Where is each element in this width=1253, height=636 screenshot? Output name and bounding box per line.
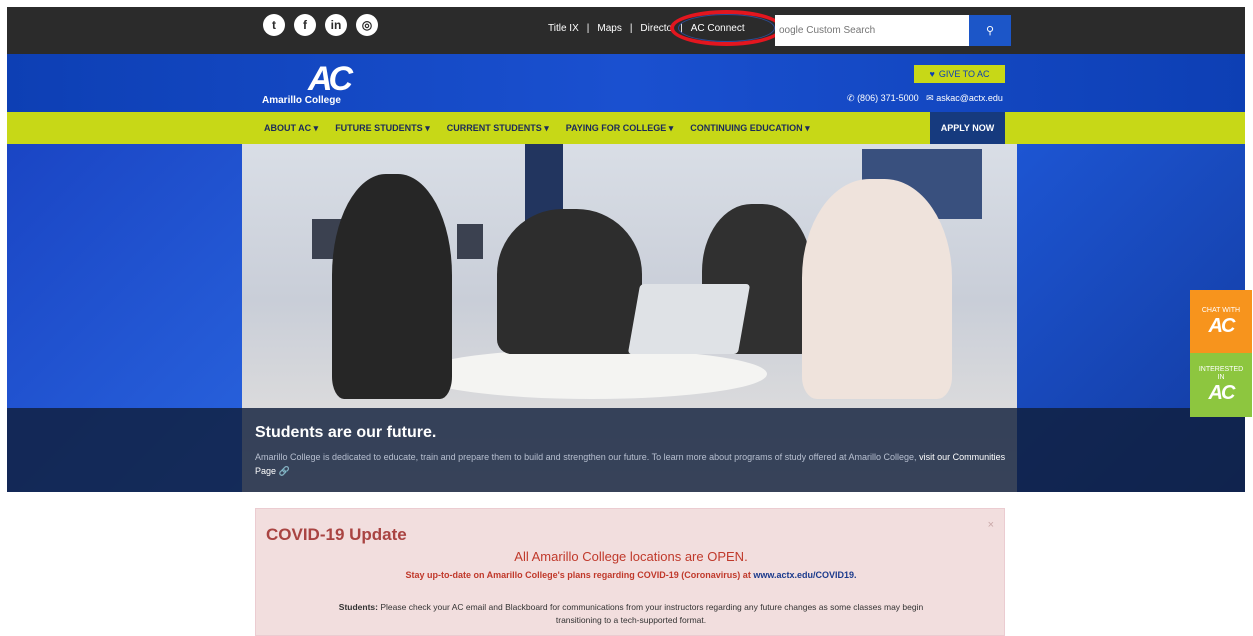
instagram-icon[interactable]: ◎ bbox=[356, 14, 378, 36]
covid-subline: Stay up-to-date on Amarillo College's pl… bbox=[256, 570, 1006, 580]
apply-now-button[interactable]: APPLY NOW bbox=[930, 112, 1005, 144]
table bbox=[417, 349, 767, 399]
covid-title: COVID-19 Update bbox=[266, 525, 407, 544]
give-label: GIVE TO AC bbox=[938, 69, 990, 79]
link-directory[interactable]: Directo bbox=[640, 23, 672, 34]
hero-text: Amarillo College is dedicated to educate… bbox=[255, 452, 917, 462]
separator: | bbox=[629, 23, 633, 34]
hero-title: Students are our future. bbox=[255, 424, 437, 441]
covid-headline: All Amarillo College locations are OPEN. bbox=[514, 549, 748, 564]
utility-bar: t f in ◎ Title IX | Maps | Directo | AC Connec… bbox=[7, 7, 1245, 54]
link-maps[interactable]: Maps bbox=[597, 23, 621, 34]
hero-banner: Students are our future. Amarillo Colleg… bbox=[7, 144, 1245, 492]
contact-info: ✆ (806) 371-5000 ✉ askac@actx.edu bbox=[847, 93, 1003, 104]
hero-caption: Students are our future. Amarillo Colleg… bbox=[7, 408, 1245, 492]
nav-items: ABOUT AC ▾ FUTURE STUDENTS ▾ CURRENT STU… bbox=[264, 123, 810, 134]
amarillo-college-logo[interactable]: AC Amarillo College bbox=[262, 60, 353, 106]
separator: | bbox=[586, 23, 590, 34]
covid-students-notice: Students: Please check your AC email and… bbox=[326, 601, 936, 627]
interested-label: INTERESTED bbox=[1198, 366, 1244, 373]
link-icon: 🔗 bbox=[278, 466, 290, 476]
students-text: Please check your AC email and Blackboar… bbox=[380, 602, 924, 625]
link-title-ix[interactable]: Title IX bbox=[548, 23, 579, 34]
social-links: t f in ◎ bbox=[263, 14, 378, 36]
email-link[interactable]: askac@actx.edu bbox=[936, 93, 1003, 103]
chat-with-ac-tab[interactable]: CHAT WITH AC bbox=[1190, 290, 1252, 353]
monitor bbox=[457, 224, 483, 259]
phone-icon: ✆ bbox=[847, 93, 855, 103]
student-figure bbox=[802, 179, 952, 399]
nav-future-students[interactable]: FUTURE STUDENTS ▾ bbox=[335, 123, 430, 134]
side-tabs: CHAT WITH AC INTERESTED IN AC bbox=[1190, 290, 1252, 417]
covid-sub-text: Stay up-to-date on Amarillo College's pl… bbox=[405, 570, 751, 580]
interested-logo-mark: AC bbox=[1208, 382, 1236, 404]
covid-info-link[interactable]: www.actx.edu/COVID19. bbox=[753, 570, 856, 580]
student-figure bbox=[497, 209, 642, 354]
facebook-icon[interactable]: f bbox=[294, 14, 316, 36]
logo-mark: AC bbox=[308, 60, 353, 98]
twitter-icon[interactable]: t bbox=[263, 14, 285, 36]
nav-continuing-education[interactable]: CONTINUING EDUCATION ▾ bbox=[690, 123, 809, 134]
mail-icon: ✉ bbox=[926, 93, 934, 103]
nav-current-students[interactable]: CURRENT STUDENTS ▾ bbox=[447, 123, 549, 134]
search-input[interactable] bbox=[775, 15, 969, 46]
chat-logo-mark: AC bbox=[1208, 314, 1236, 337]
students-label: Students: bbox=[338, 602, 378, 612]
main-nav: ABOUT AC ▾ FUTURE STUDENTS ▾ CURRENT STU… bbox=[7, 112, 1245, 144]
hero-text-block: Amarillo College is dedicated to educate… bbox=[255, 450, 1015, 478]
linkedin-icon[interactable]: in bbox=[325, 14, 347, 36]
interested-in-label: IN bbox=[1217, 374, 1225, 381]
site-header: AC Amarillo College ♥ GIVE TO AC ✆ (806)… bbox=[7, 54, 1245, 112]
interested-in-ac-tab[interactable]: INTERESTED IN AC bbox=[1190, 353, 1252, 417]
phone-link[interactable]: (806) 371-5000 bbox=[857, 93, 919, 103]
laptop bbox=[627, 284, 751, 354]
close-icon[interactable]: × bbox=[988, 519, 994, 531]
heart-icon: ♥ bbox=[929, 69, 935, 79]
nav-about-ac[interactable]: ABOUT AC ▾ bbox=[264, 123, 318, 134]
search-icon: ⚲ bbox=[985, 25, 995, 37]
search-button[interactable]: ⚲ bbox=[969, 15, 1011, 46]
student-figure bbox=[332, 174, 452, 399]
nav-paying-for-college[interactable]: PAYING FOR COLLEGE ▾ bbox=[566, 123, 674, 134]
logo-name: Amarillo College bbox=[262, 95, 341, 106]
give-to-ac-button[interactable]: ♥ GIVE TO AC bbox=[914, 65, 1005, 83]
annotation-highlight-inner bbox=[678, 14, 775, 42]
covid-alert: × COVID-19 Update All Amarillo College l… bbox=[255, 508, 1005, 636]
chat-label: CHAT WITH bbox=[1201, 306, 1241, 314]
